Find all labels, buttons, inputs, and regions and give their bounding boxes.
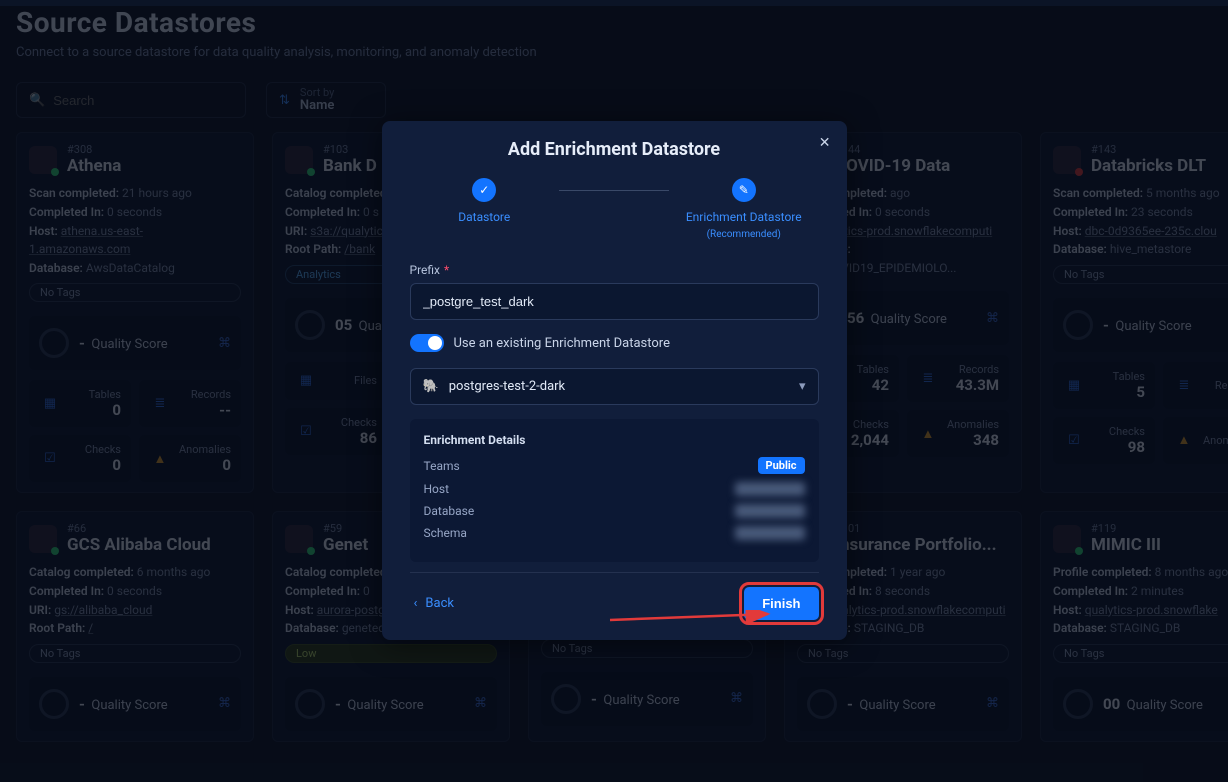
details-row-schema: Schema <box>424 526 805 540</box>
details-row-host: Host <box>424 482 805 496</box>
prefix-label: Prefix* <box>410 263 819 277</box>
modal-title: Add Enrichment Datastore <box>410 139 819 160</box>
details-row-teams: Teams Public <box>424 457 805 474</box>
details-row-database: Database <box>424 504 805 518</box>
select-value: postgres-test-2-dark <box>449 379 565 394</box>
prefix-input[interactable] <box>410 283 819 320</box>
check-icon: ✓ <box>472 178 496 202</box>
modal-overlay: ✕ Add Enrichment Datastore ✓ Datastore ✎… <box>0 6 1228 782</box>
finish-button[interactable]: Finish <box>744 587 818 620</box>
step-datastore[interactable]: ✓ Datastore <box>410 178 560 226</box>
close-icon[interactable]: ✕ <box>819 135 831 151</box>
toggle-switch[interactable] <box>410 334 444 352</box>
modal-add-enrichment: ✕ Add Enrichment Datastore ✓ Datastore ✎… <box>382 121 847 640</box>
pencil-icon: ✎ <box>732 178 756 202</box>
toggle-label: Use an existing Enrichment Datastore <box>454 336 670 351</box>
divider <box>410 572 819 573</box>
step-connector <box>559 190 669 191</box>
enrichment-select[interactable]: 🐘 postgres-test-2-dark ▾ <box>410 368 819 405</box>
public-badge: Public <box>758 457 805 474</box>
enrichment-details: Enrichment Details Teams Public Host Dat… <box>410 419 819 562</box>
chevron-left-icon: ‹ <box>414 596 418 611</box>
postgres-icon: 🐘 <box>423 379 439 394</box>
back-button[interactable]: ‹ Back <box>410 590 458 617</box>
toggle-existing[interactable]: Use an existing Enrichment Datastore <box>410 334 819 352</box>
step-enrichment[interactable]: ✎ Enrichment Datastore (Recommended) <box>669 178 819 241</box>
details-title: Enrichment Details <box>424 433 805 447</box>
chevron-down-icon: ▾ <box>799 379 806 394</box>
stepper: ✓ Datastore ✎ Enrichment Datastore (Reco… <box>410 178 819 241</box>
